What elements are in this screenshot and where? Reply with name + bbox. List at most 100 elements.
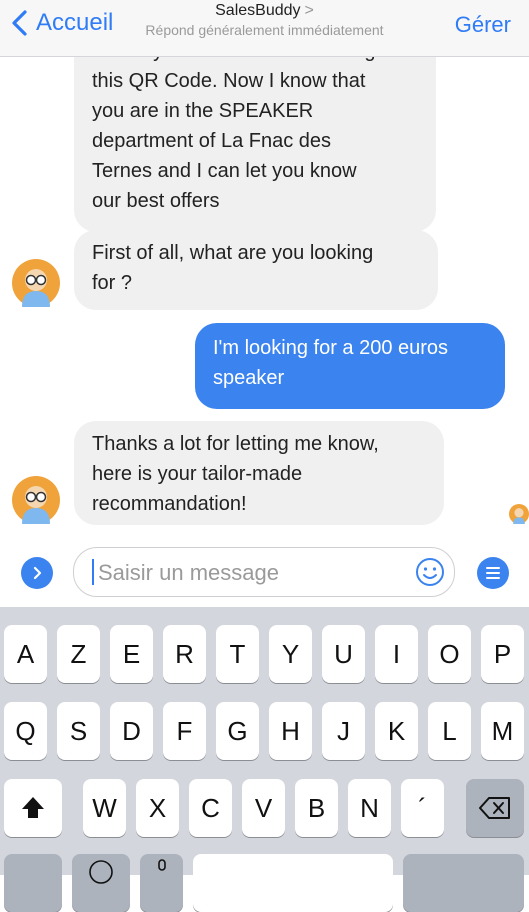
- keyboard: A Z E R T Y U I O P Q S D F G H J K L M …: [0, 607, 529, 912]
- menu-icon: [486, 567, 500, 579]
- key-label: M: [491, 715, 514, 746]
- expand-button[interactable]: [21, 557, 53, 589]
- shift-key[interactable]: [4, 779, 62, 837]
- key-label: J: [337, 715, 350, 746]
- microphone-key[interactable]: [140, 854, 183, 912]
- key[interactable]: R: [163, 625, 206, 683]
- key-label: H: [281, 715, 300, 746]
- key[interactable]: D: [110, 702, 153, 760]
- key[interactable]: I: [375, 625, 418, 683]
- message-line: our best offers: [92, 190, 220, 212]
- key[interactable]: O: [428, 625, 471, 683]
- key[interactable]: K: [375, 702, 418, 760]
- key[interactable]: Y: [269, 625, 312, 683]
- message-line: Thanks a lot for letting me know,: [92, 433, 379, 455]
- key[interactable]: N: [348, 779, 391, 837]
- key-label: Z: [70, 638, 87, 669]
- key-label: ´: [418, 792, 427, 823]
- message-user-1: I'm looking for a 200 euros speaker: [195, 323, 505, 409]
- backspace-icon: [479, 797, 510, 819]
- key[interactable]: T: [216, 625, 259, 683]
- message-line: Ternes and I can let you know: [92, 160, 357, 182]
- key-label: D: [122, 715, 141, 746]
- menu-button[interactable]: [477, 557, 509, 589]
- microphone-icon: [157, 859, 166, 871]
- conversation-header[interactable]: SalesBuddy > Répond généralement immédiat…: [0, 2, 529, 38]
- key-label: E: [122, 638, 141, 669]
- key[interactable]: J: [322, 702, 365, 760]
- bot-avatar-icon: [12, 476, 60, 524]
- message-line: this QR Code. Now I know that: [92, 70, 366, 92]
- key[interactable]: Z: [57, 625, 100, 683]
- key[interactable]: F: [163, 702, 206, 760]
- key[interactable]: V: [242, 779, 285, 837]
- key-label: P: [493, 638, 512, 669]
- bot-avatar-icon: [12, 259, 60, 307]
- key-label: Y: [281, 638, 300, 669]
- key-label: T: [229, 638, 246, 669]
- key[interactable]: B: [295, 779, 338, 837]
- shift-icon: [22, 797, 44, 818]
- message-line: First of all, what are you looking: [92, 242, 374, 264]
- key-label: B: [307, 792, 326, 823]
- key-label: I: [392, 638, 401, 669]
- page-subtitle: Répond généralement immédiatement: [145, 22, 384, 38]
- key-label: L: [442, 715, 457, 746]
- key-label: Q: [15, 715, 36, 746]
- message-placeholder: Saisir un message: [98, 560, 279, 585]
- chat-area: Thank you Maxime for scanning this QR Co…: [0, 0, 529, 545]
- message-composer: Saisir un message: [0, 545, 529, 607]
- delete-key[interactable]: [466, 779, 524, 837]
- return-key[interactable]: [403, 854, 524, 912]
- message-line: department of La Fnac des: [92, 130, 332, 152]
- message-line: recommandation!: [92, 493, 247, 515]
- key-label: O: [439, 638, 460, 669]
- key[interactable]: M: [481, 702, 524, 760]
- key[interactable]: W: [83, 779, 126, 837]
- key[interactable]: U: [322, 625, 365, 683]
- message-input[interactable]: Saisir un message: [73, 547, 455, 597]
- message-line: here is your tailor-made: [92, 463, 303, 485]
- nav-bar: Accueil SalesBuddy > Répond généralement …: [0, 0, 529, 57]
- key-label: U: [334, 638, 353, 669]
- key-label: R: [175, 638, 194, 669]
- key[interactable]: H: [269, 702, 312, 760]
- key-label: G: [227, 715, 248, 746]
- key[interactable]: E: [110, 625, 153, 683]
- message-line: speaker: [213, 367, 285, 389]
- message-line: you are in the SPEAKER: [92, 100, 314, 122]
- key-label: A: [16, 638, 35, 669]
- text-caret: [92, 559, 94, 585]
- space-key[interactable]: [193, 854, 393, 912]
- chevron-right-icon: >: [304, 2, 314, 19]
- message-bot-1: Thank you Maxime for scanning this QR Co…: [74, 30, 436, 232]
- key-label: S: [69, 715, 88, 746]
- key-label: F: [176, 715, 193, 746]
- message-line: for ?: [92, 272, 133, 294]
- key[interactable]: ´: [401, 779, 444, 837]
- globe-key[interactable]: [72, 854, 130, 912]
- key-label: V: [254, 792, 273, 823]
- key-label: W: [92, 792, 117, 823]
- key[interactable]: C: [189, 779, 232, 837]
- message-line: I'm looking for a 200 euros: [213, 337, 449, 359]
- key-label: X: [148, 792, 167, 823]
- key[interactable]: A: [4, 625, 47, 683]
- key[interactable]: Q: [4, 702, 47, 760]
- message-bot-3: Thanks a lot for letting me know, here i…: [74, 421, 444, 525]
- globe-icon: [89, 860, 113, 884]
- read-receipt-avatar-icon: [509, 504, 529, 524]
- message-bot-2: First of all, what are you looking for ?: [74, 230, 438, 310]
- emoji-icon[interactable]: [414, 556, 446, 588]
- key-label: N: [360, 792, 379, 823]
- key-label: C: [201, 792, 220, 823]
- manage-button[interactable]: Gérer: [455, 12, 511, 38]
- key[interactable]: S: [57, 702, 100, 760]
- chevron-right-icon: [33, 566, 42, 580]
- key[interactable]: L: [428, 702, 471, 760]
- numbers-key[interactable]: [4, 854, 62, 912]
- key[interactable]: X: [136, 779, 179, 837]
- key-label: K: [387, 715, 406, 746]
- key[interactable]: G: [216, 702, 259, 760]
- key[interactable]: P: [481, 625, 524, 683]
